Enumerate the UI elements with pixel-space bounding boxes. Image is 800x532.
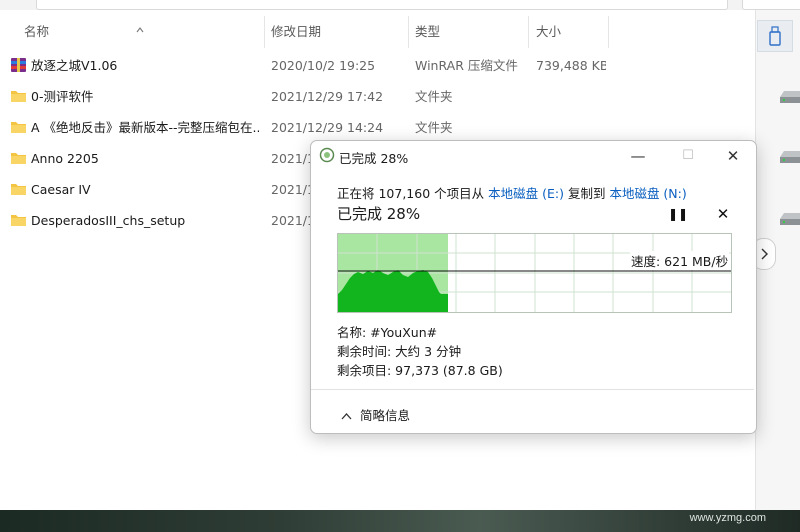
column-type[interactable]: 类型 bbox=[415, 16, 440, 48]
time-remaining: 剩余时间: 大约 3 分钟 bbox=[337, 344, 462, 359]
usb-drive-tile[interactable] bbox=[757, 20, 793, 52]
cancel-button[interactable]: ✕ bbox=[713, 205, 733, 225]
dialog-title: 已完成 28% bbox=[339, 151, 409, 166]
search-box-edge[interactable] bbox=[742, 0, 800, 10]
folder-icon bbox=[11, 184, 26, 195]
hard-drive-icon[interactable] bbox=[778, 210, 800, 228]
file-date: 2020/10/2 19:25 bbox=[271, 58, 376, 73]
speed-curve bbox=[338, 270, 448, 312]
less-info-button[interactable]: 简略信息 bbox=[341, 405, 410, 424]
copy-progress-dialog: 已完成 28% — ☐ ✕ 正在将 107,160 个项目从 本地磁盘 (E:)… bbox=[310, 140, 757, 434]
column-separator[interactable] bbox=[408, 16, 409, 48]
column-separator[interactable] bbox=[264, 16, 265, 48]
percent-complete: 已完成 28% bbox=[337, 205, 421, 223]
column-name[interactable]: 名称 bbox=[24, 16, 49, 48]
file-row[interactable]: 放逐之城V1.06 2020/10/2 19:25 WinRAR 压缩文件 73… bbox=[0, 50, 610, 81]
file-row[interactable]: 0-测评软件 2021/12/29 17:42 文件夹 bbox=[0, 81, 610, 112]
file-date: 2021/12/29 17:42 bbox=[271, 89, 384, 104]
copy-description: 正在将 107,160 个项目从 本地磁盘 (E:) 复制到 本地磁盘 (N:) bbox=[337, 183, 687, 202]
file-date: 2021/12/29 14:24 bbox=[271, 120, 384, 135]
file-type: WinRAR 压缩文件 bbox=[415, 58, 518, 73]
file-name: A 《绝地反击》最新版本--完整压缩包在... bbox=[31, 120, 259, 135]
file-name: 放逐之城V1.06 bbox=[31, 58, 118, 73]
source-link[interactable]: 本地磁盘 (E:) bbox=[488, 186, 564, 201]
items-remaining: 剩余项目: 97,373 (87.8 GB) bbox=[337, 363, 503, 378]
column-header: 名称 修改日期 类型 大小 bbox=[0, 16, 610, 48]
file-name: DesperadosIII_chs_setup bbox=[31, 213, 186, 228]
maximize-button[interactable]: ☐ bbox=[665, 141, 711, 171]
column-separator[interactable] bbox=[608, 16, 609, 48]
copy-progress-icon bbox=[319, 147, 335, 163]
speed-label: 速度: 621 MB/秒 bbox=[630, 251, 730, 270]
chevron-up-icon bbox=[341, 413, 352, 420]
desktop-wallpaper bbox=[0, 510, 800, 532]
file-type: 文件夹 bbox=[415, 120, 453, 135]
file-type: 文件夹 bbox=[415, 89, 453, 104]
file-row[interactable]: A 《绝地反击》最新版本--完整压缩包在... 2021/12/29 14:24… bbox=[0, 112, 610, 143]
column-separator[interactable] bbox=[528, 16, 529, 48]
transfer-speed-graph bbox=[337, 233, 732, 313]
folder-icon bbox=[11, 215, 26, 226]
dialog-divider bbox=[311, 389, 754, 390]
close-button[interactable]: ✕ bbox=[710, 141, 756, 171]
folder-icon bbox=[11, 91, 26, 102]
folder-icon bbox=[11, 153, 26, 164]
file-name: Anno 2205 bbox=[31, 151, 99, 166]
item-name: 名称: #YouXun# bbox=[337, 325, 438, 340]
winrar-archive-icon bbox=[11, 58, 26, 72]
folder-icon bbox=[11, 122, 26, 133]
file-name: 0-测评软件 bbox=[31, 89, 94, 104]
copy-prefix: 正在将 107,160 个项目从 bbox=[337, 186, 485, 201]
hard-drive-icon[interactable] bbox=[778, 148, 800, 166]
minimize-button[interactable]: — bbox=[615, 141, 661, 171]
file-size: 739,488 KB bbox=[536, 58, 606, 73]
address-bar-edge[interactable] bbox=[36, 0, 728, 10]
destination-link[interactable]: 本地磁盘 (N:) bbox=[609, 186, 686, 201]
copy-middle: 复制到 bbox=[567, 186, 606, 201]
column-size[interactable]: 大小 bbox=[536, 16, 561, 48]
chevron-right-icon bbox=[761, 248, 768, 260]
usb-icon bbox=[769, 26, 781, 46]
watermark: www.yzmg.com bbox=[689, 512, 766, 524]
top-strip bbox=[0, 0, 800, 10]
pause-button[interactable]: ❚❚ bbox=[668, 207, 688, 227]
column-date[interactable]: 修改日期 bbox=[271, 16, 321, 48]
graph-grid bbox=[338, 234, 731, 312]
less-info-label: 简略信息 bbox=[360, 408, 411, 423]
file-name: Caesar IV bbox=[31, 182, 91, 197]
hard-drive-icon[interactable] bbox=[778, 88, 800, 106]
sort-ascending-icon[interactable] bbox=[136, 26, 144, 34]
